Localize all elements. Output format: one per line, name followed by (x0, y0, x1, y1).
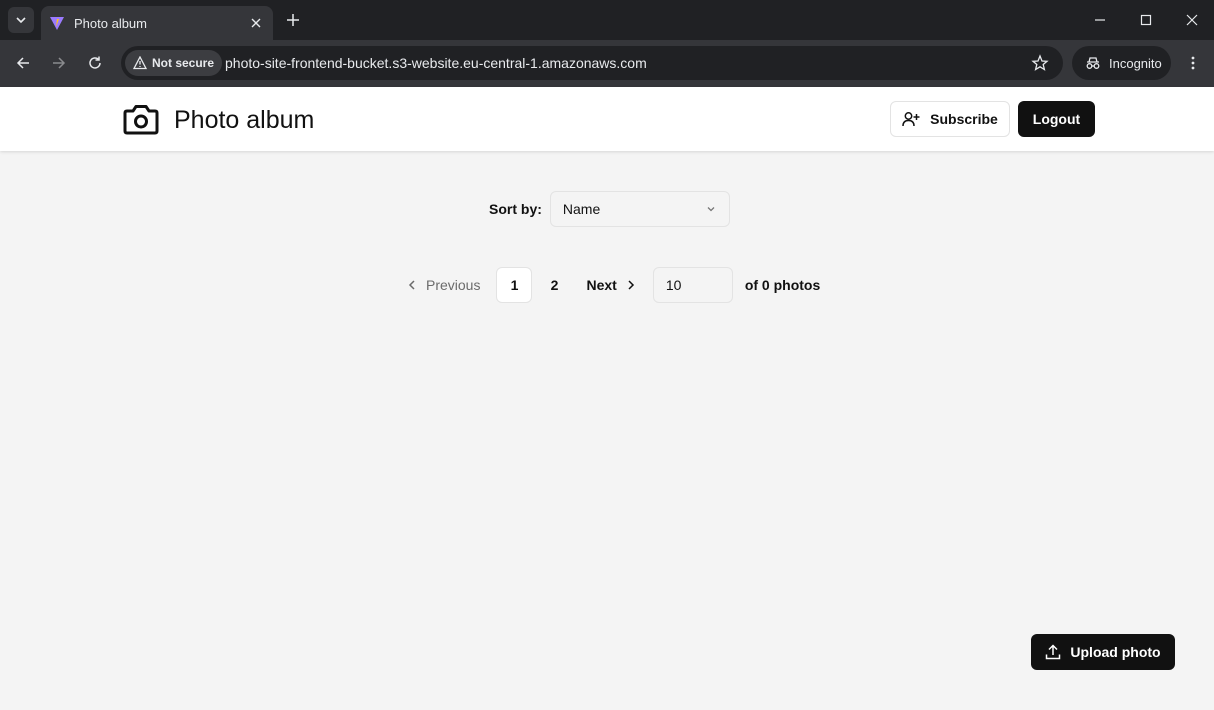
incognito-badge[interactable]: Incognito (1072, 46, 1171, 80)
arrow-left-icon (16, 57, 29, 69)
brand[interactable]: Photo album (122, 104, 314, 136)
next-button[interactable]: Next (586, 277, 634, 293)
security-label: Not secure (152, 56, 215, 70)
plus-icon (287, 14, 299, 26)
arrow-right-icon (53, 57, 66, 69)
close-icon (251, 18, 261, 28)
incognito-icon (1086, 57, 1100, 69)
close-icon (1186, 14, 1198, 26)
browser-toolbar: Not secure photo-site-frontend-bucket.s3… (0, 40, 1214, 87)
back-button[interactable] (12, 52, 34, 74)
site-title: Photo album (174, 105, 315, 134)
site-header: Photo album Subscribe Logout (0, 87, 1214, 151)
sort-label: Sort by: (489, 201, 542, 217)
minimize-icon (1095, 19, 1105, 21)
reload-button[interactable] (84, 52, 106, 74)
reload-icon (89, 56, 101, 69)
previous-label: Previous (426, 277, 481, 293)
page-button-1[interactable]: 1 (496, 267, 533, 303)
chevron-left-icon (408, 280, 415, 290)
sort-control: Sort by: Name (489, 191, 730, 227)
subscribe-label: Subscribe (930, 111, 998, 127)
photo-count: of 0 photos (744, 277, 821, 293)
subscribe-button[interactable]: Subscribe (890, 101, 1010, 137)
upload-icon (1046, 644, 1061, 660)
previous-button[interactable]: Previous (408, 277, 488, 293)
chevron-down-icon (16, 17, 26, 24)
browser-menu-button[interactable] (1184, 54, 1202, 72)
tab-search-button[interactable] (8, 7, 34, 33)
incognito-label: Incognito (1109, 55, 1162, 71)
address-bar[interactable]: Not secure photo-site-frontend-bucket.s3… (121, 46, 1063, 80)
page-size-input[interactable] (652, 267, 733, 303)
minimize-button[interactable] (1090, 10, 1110, 30)
url-text: photo-site-frontend-bucket.s3-website.eu… (225, 55, 647, 71)
maximize-icon (1140, 14, 1152, 26)
maximize-button[interactable] (1136, 10, 1156, 30)
browser-tab[interactable]: Photo album (41, 6, 273, 40)
tab-title: Photo album (74, 15, 147, 31)
pagination: Previous 1 2 Next of 0 photos (408, 267, 820, 303)
page-button-2[interactable]: 2 (536, 267, 572, 303)
sort-select[interactable]: Name (549, 191, 730, 227)
new-tab-button[interactable] (283, 10, 303, 30)
chevron-right-icon (628, 280, 634, 290)
browser-tab-bar: Photo album (0, 0, 1214, 40)
user-plus-icon (902, 112, 920, 127)
page-number: 2 (550, 277, 559, 293)
next-label: Next (586, 277, 617, 293)
logout-label: Logout (1032, 111, 1081, 127)
star-icon[interactable] (1031, 54, 1049, 72)
upload-photo-button[interactable]: Upload photo (1031, 634, 1175, 670)
warning-icon (133, 56, 147, 70)
more-vertical-icon (1191, 56, 1195, 70)
window-close-button[interactable] (1182, 10, 1202, 30)
security-chip[interactable]: Not secure (125, 50, 223, 76)
chevron-down-icon (707, 207, 715, 212)
vite-favicon-icon (50, 17, 64, 30)
sort-selected-value: Name (562, 201, 601, 217)
camera-icon (123, 105, 159, 135)
tab-close-button[interactable] (247, 14, 265, 32)
forward-button[interactable] (48, 52, 70, 74)
page-number: 1 (510, 277, 519, 293)
upload-label: Upload photo (1070, 644, 1161, 660)
logout-button[interactable]: Logout (1018, 101, 1095, 137)
